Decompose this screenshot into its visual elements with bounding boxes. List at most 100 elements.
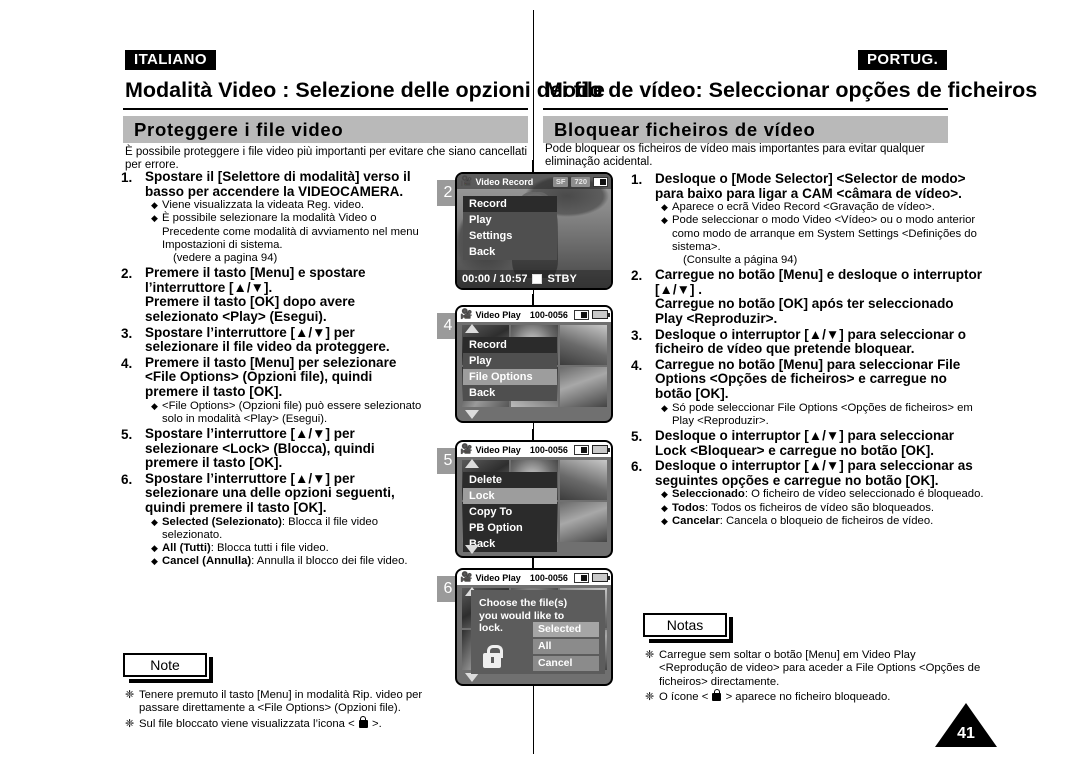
scroll-down-icon[interactable]: [465, 410, 479, 419]
menu-item-back[interactable]: Back: [463, 244, 557, 260]
step-number: 3.: [631, 327, 643, 343]
note-text: Sul file bloccato viene visualizzata l’i…: [139, 715, 382, 730]
steps-list-portuguese: 1. Desloque o [Mode Selector] <Selector d…: [628, 171, 984, 529]
bullet-text: Seleccionado: O ficheiro de vídeo selecc…: [672, 488, 984, 501]
scroll-down-icon[interactable]: [465, 545, 479, 554]
step-bullets: ◆ Aparece o ecrã Video Record <Gravação d…: [655, 201, 984, 267]
lcd-content: 🎥 Video Play 100-0056 Choose the file(s) yo…: [457, 570, 611, 684]
camcorder-icon: 🎥: [460, 175, 473, 187]
lcd-status-bar: 🎥 Video Play 100-0056: [457, 307, 611, 322]
figure-connector: [532, 557, 533, 568]
step-item: 5. Desloque o interruptor [▲/▼] para sele…: [628, 428, 984, 458]
menu-item-record[interactable]: Record: [463, 196, 557, 212]
scroll-down-icon[interactable]: [465, 673, 479, 682]
lock-icon: [358, 715, 368, 728]
menu-item-record[interactable]: Record: [463, 337, 557, 353]
title-rule-italian: [123, 108, 528, 110]
page-number: 41: [935, 703, 997, 747]
step-number: 3.: [121, 325, 133, 341]
memory-card-icon: [574, 444, 589, 455]
lcd-timecode-bar: 00:00 / 10:57 STBY: [457, 270, 611, 288]
memory-card-icon: [574, 309, 589, 320]
menu-item-back[interactable]: Back: [463, 385, 557, 401]
diamond-bullet-icon: ◆: [661, 515, 668, 526]
scroll-up-icon[interactable]: [465, 459, 479, 468]
menu-item-pb-option[interactable]: PB Option: [463, 520, 557, 536]
step-body: Carregue no botão [Menu] e desloque o in…: [655, 267, 984, 326]
manual-page: ITALIANO Modalità Video : Selezione dell…: [0, 0, 1080, 764]
menu-item-settings[interactable]: Settings: [463, 228, 557, 244]
diamond-bullet-icon: ◆: [661, 215, 668, 226]
step-bullets: ◆ Viene visualizzata la videata Reg. vide…: [145, 199, 428, 265]
bullet-text: All (Tutti): Blocca tutti i file video.: [162, 541, 329, 554]
memory-card-icon: [593, 176, 608, 187]
step-bullets: ◆ Seleccionado: O ficheiro de vídeo selec…: [655, 488, 984, 528]
menu-item-lock[interactable]: Lock: [463, 488, 557, 504]
lcd-content: 🎥 Video Play 100-0056 Record Play File Option…: [457, 307, 611, 421]
lcd-menu[interactable]: Record Play File Options Back: [463, 337, 557, 401]
video-thumbnail[interactable]: [560, 460, 607, 500]
bullet-text: Cancel (Annulla): Annulla il blocco dei …: [162, 555, 408, 568]
scroll-up-icon[interactable]: [465, 324, 479, 333]
step-number: 1.: [631, 172, 643, 187]
step-instruction: Spostare il [Selettore di modalità] vers…: [145, 169, 411, 199]
lcd-menu[interactable]: Record Play Settings Back: [463, 196, 557, 260]
bullet-item: ◆ Só pode seleccionar File Options <Opçõe…: [661, 402, 984, 428]
step-instruction: Desloque o [Mode Selector] <Selector de …: [655, 171, 966, 201]
lcd-screen: 🎥 Video Play 100-0056 Delete Lock Copy To PB O…: [455, 440, 613, 558]
bullet-text: Cancelar: Cancela o bloqueio de ficheiro…: [672, 514, 934, 527]
step-instruction: Spostare l’interruttore [▲/▼] per selezi…: [145, 425, 375, 471]
video-thumbnail[interactable]: [560, 325, 607, 365]
menu-item-file-options[interactable]: File Options: [463, 369, 557, 385]
lcd-content: 🎥 Video Play 100-0056 Delete Lock Copy To PB O…: [457, 442, 611, 556]
video-thumbnail[interactable]: [560, 367, 607, 407]
section-title-italian: Proteggere i file video: [123, 116, 528, 143]
step-number: 2.: [631, 268, 643, 284]
note-box-italian: Note ❈ Tenere premuto il tasto [Menu] in …: [123, 653, 453, 733]
lcd-figure: 4 🎥 Video Play 100-0056 Record Play File Optio…: [437, 305, 617, 427]
menu-item-play[interactable]: Play: [463, 212, 557, 228]
note-items-portuguese: ❈ Carregue sem soltar o botão [Menu] em V…: [643, 649, 983, 705]
lock-icon: [712, 689, 722, 702]
dialog-option-cancel[interactable]: Cancel: [533, 656, 599, 671]
bullet-text: Pode seleccionar o modo Video <Vídeo> ou…: [672, 214, 977, 266]
dialog-option-selected[interactable]: Selected: [533, 622, 599, 637]
lcd-menu[interactable]: Delete Lock Copy To PB Option Back: [463, 472, 557, 552]
section-title-portuguese: Bloquear ficheiros de vídeo: [543, 116, 948, 143]
step-instruction: Premere il tasto [Menu] per selezionare …: [145, 354, 397, 399]
bullet-item: ◆ Pode seleccionar o modo Video <Vídeo> o…: [661, 214, 984, 267]
dialog-option-all[interactable]: All: [533, 639, 599, 654]
bullet-item: ◆ È possibile selezionare la modalità Vid…: [151, 212, 428, 265]
figure-connector: [532, 294, 533, 305]
lcd-mode-title: Video Play: [475, 444, 521, 455]
bullet-item: ◆ Cancel (Annulla): Annulla il blocco dei…: [151, 555, 428, 568]
bullet-text: Só pode seleccionar File Options <Opções…: [672, 401, 973, 427]
page-number-value: 41: [957, 725, 975, 742]
note-text: Carregue sem soltar o botão [Menu] em Vi…: [659, 649, 981, 688]
step-number: 4.: [631, 357, 643, 373]
lcd-mode-title: Video Play: [475, 572, 521, 583]
timecode: 00:00 / 10:57: [462, 273, 528, 285]
menu-item-copy-to[interactable]: Copy To: [463, 504, 557, 520]
note-text: Tenere premuto il tasto [Menu] in modali…: [139, 689, 423, 715]
bullet-text: Todos: Todos os ficheiros de vídeo são b…: [672, 501, 935, 514]
note-item: ❈ Carregue sem soltar o botão [Menu] em V…: [643, 649, 983, 689]
video-thumbnail[interactable]: [560, 502, 607, 542]
step-item: 4. Carregue no botão [Menu] para seleccio…: [628, 357, 984, 428]
menu-item-play[interactable]: Play: [463, 353, 557, 369]
step-bullets: ◆ Selected (Selezionato): Blocca il file …: [145, 516, 428, 569]
dialog-options[interactable]: Selected All Cancel: [533, 622, 599, 673]
step-body: Spostare l’interruttore [▲/▼] per selezi…: [145, 325, 428, 355]
diamond-bullet-icon: ◆: [151, 213, 158, 224]
menu-item-delete[interactable]: Delete: [463, 472, 557, 488]
lock-confirmation-dialog: Choose the file(s) you would like to loc…: [471, 590, 605, 674]
bullet-item: ◆ Aparece o ecrã Video Record <Gravação d…: [661, 201, 984, 214]
step-body: Premere il tasto [Menu] e spostare l’int…: [145, 265, 428, 324]
step-body: Desloque o interruptor [▲/▼] para selecc…: [655, 428, 984, 458]
chapter-title-portuguese: Modo de vídeo: Seleccionar opções de fic…: [545, 78, 1038, 102]
step-item: 6. Desloque o interruptor [▲/▼] para sele…: [628, 458, 984, 528]
step-body: Spostare il [Selettore di modalità] vers…: [145, 169, 428, 265]
camcorder-icon: 🎥: [460, 571, 473, 583]
figure-connector: [532, 429, 533, 440]
lcd-screen: 🎥 Video Play 100-0056 Record Play File Option…: [455, 305, 613, 423]
